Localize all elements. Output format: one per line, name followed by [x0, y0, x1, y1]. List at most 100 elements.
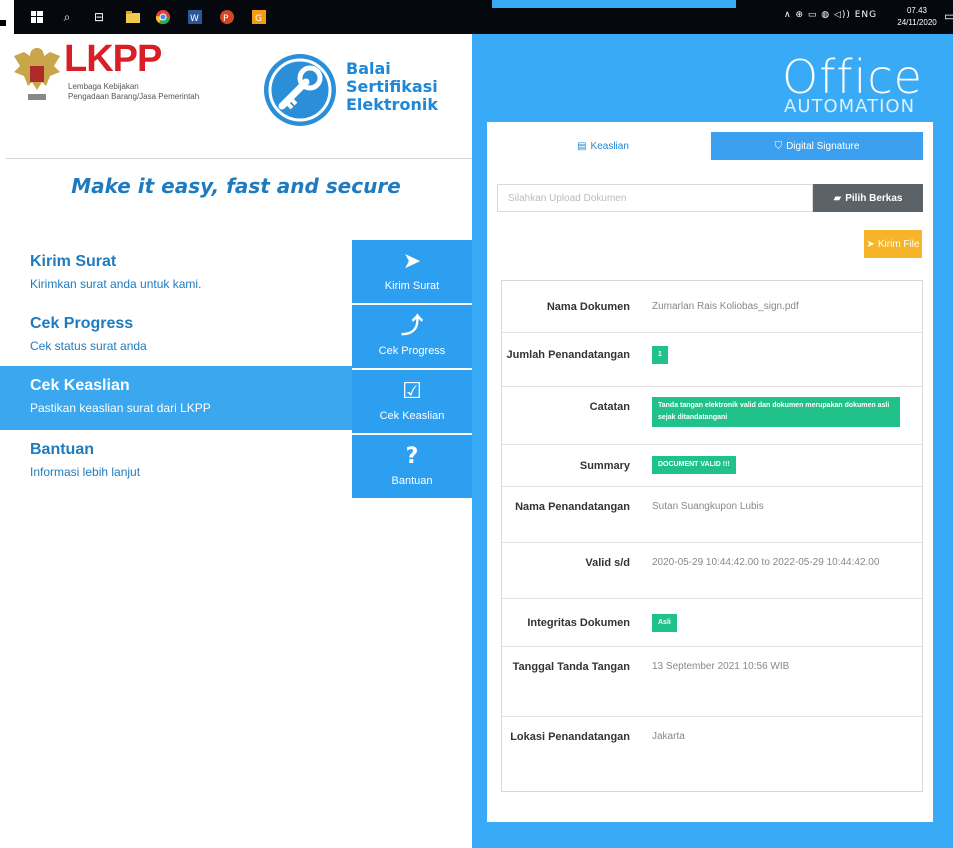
system-tray[interactable]: ∧ ⊕ ▭ ◍ ◁)) ENG — [784, 10, 877, 20]
folder-open-icon: ▰ — [833, 192, 842, 204]
jumlah-badge: 1 — [652, 346, 668, 364]
button-label: Cek Keaslian — [379, 410, 445, 422]
right-panel: Office AUTOMATION ▤ Keaslian ⛉ Digital S… — [472, 34, 953, 848]
cek-keaslian-button[interactable]: ☑ Cek Keaslian — [352, 370, 472, 434]
checkbox-icon: ☑ — [402, 379, 422, 404]
chrome-icon[interactable] — [154, 8, 172, 26]
row-label: Tanggal Tanda Tangan — [512, 661, 630, 673]
svg-text:G: G — [255, 14, 262, 24]
lkpp-subtitle-line1: Lembaga Kebijakan — [68, 82, 139, 91]
menu-desc: Kirimkan surat anda untuk kami. — [30, 277, 202, 291]
menu-title: Cek Progress — [30, 315, 134, 332]
tab-label: Digital Signature — [786, 140, 860, 152]
clock-time: 07.43 — [906, 6, 928, 15]
table-row: Jumlah Penandatangan 1 — [502, 333, 922, 387]
row-label: Nama Dokumen — [546, 301, 630, 313]
lkpp-subtitle-line2: Pengadaan Barang/Jasa Pemerintah — [68, 92, 200, 101]
bantuan-button[interactable]: ? Bantuan — [352, 435, 472, 499]
upload-document-input[interactable]: Silahkan Upload Dokumen — [497, 184, 813, 212]
notification-icon[interactable]: ▭ — [944, 9, 953, 23]
bse-key-logo-icon — [264, 54, 336, 126]
button-label: Kirim Surat — [384, 280, 440, 292]
row-label: Nama Penandatangan — [515, 501, 630, 513]
word-icon[interactable]: W — [186, 8, 204, 26]
search-icon[interactable]: ⌕ — [58, 8, 76, 26]
question-icon: ? — [405, 444, 419, 469]
left-panel: LKPP Lembaga Kebijakan Pengadaan Barang/… — [0, 34, 472, 848]
table-row: Tanggal Tanda Tangan 13 September 2021 1… — [502, 647, 922, 717]
tab-keaslian[interactable]: ▤ Keaslian — [497, 132, 709, 160]
clock-date: 24/11/2020 — [897, 18, 937, 27]
row-value: Sutan Suangkupon Lubis — [652, 501, 764, 512]
row-value: Zumarlan Rais Koliobas_sign.pdf — [652, 301, 799, 312]
pilih-berkas-button[interactable]: ▰ Pilih Berkas — [813, 184, 923, 212]
bse-line2: Sertifikasi — [346, 77, 438, 96]
kirim-file-button[interactable]: ➤ Kirim File — [864, 230, 922, 258]
taskbar-edge — [0, 20, 6, 26]
menu-item-cek-keaslian[interactable]: Cek Keaslian Pastikan keaslian surat dar… — [0, 366, 352, 430]
app-icon[interactable]: G — [250, 8, 268, 26]
row-value: 2020-05-29 10:44:42.00 to 2022-05-29 10:… — [652, 557, 880, 568]
summary-badge: DOCUMENT VALID !!! — [652, 456, 736, 474]
paper-plane-icon: ➤ — [402, 249, 422, 274]
garuda-emblem-icon — [14, 48, 60, 100]
row-label: Summary — [579, 460, 630, 472]
verification-card: ▤ Keaslian ⛉ Digital Signature Silahkan … — [487, 122, 933, 822]
menu-item-bantuan[interactable]: Bantuan Informasi lebih lanjut — [0, 430, 352, 494]
table-row: Lokasi Penandatangan Jakarta — [502, 717, 922, 791]
tab-digital-signature[interactable]: ⛉ Digital Signature — [711, 132, 923, 160]
menu-title: Bantuan — [30, 441, 94, 458]
menu-desc: Cek status surat anda — [30, 339, 147, 353]
bse-line3: Elektronik — [346, 95, 438, 114]
menu-desc: Pastikan keaslian surat dari LKPP — [30, 401, 211, 415]
row-value: Jakarta — [652, 731, 685, 742]
paper-plane-icon: ➤ — [866, 238, 875, 250]
windows-start-icon[interactable] — [28, 8, 46, 26]
row-value: Tanda tangan elektronik valid dan dokume… — [652, 397, 914, 427]
row-label: Catatan — [589, 401, 630, 413]
row-value: DOCUMENT VALID !!! — [652, 455, 914, 474]
svg-text:W: W — [190, 14, 199, 24]
lkpp-logo-text: LKPP — [64, 38, 162, 80]
table-row: Catatan Tanda tangan elektronik valid da… — [502, 387, 922, 445]
chart-icon: ⤴ — [400, 314, 423, 339]
button-label: Cek Progress — [378, 345, 446, 357]
table-row: Summary DOCUMENT VALID !!! — [502, 445, 922, 487]
menu-item-cek-progress[interactable]: Cek Progress Cek status surat anda — [0, 304, 352, 368]
menu-item-kirim-surat[interactable]: Kirim Surat Kirimkan surat anda untuk ka… — [0, 242, 352, 306]
table-row: Valid s/d 2020-05-29 10:44:42.00 to 2022… — [502, 543, 922, 599]
task-view-icon[interactable]: ⊟ — [90, 8, 108, 26]
row-label: Integritas Dokumen — [527, 617, 630, 629]
menu-title: Cek Keaslian — [30, 377, 130, 394]
button-label: Bantuan — [391, 475, 433, 487]
kirim-surat-button[interactable]: ➤ Kirim Surat — [352, 240, 472, 304]
menu-desc: Informasi lebih lanjut — [30, 465, 141, 479]
svg-text:P: P — [223, 14, 229, 24]
taskbar: ⌕ ⊟ W P G ∧ ⊕ ▭ ◍ ◁)) ENG 07.43 24/11/20… — [14, 0, 953, 34]
office-subtitle: AUTOMATION — [784, 96, 916, 117]
powerpoint-icon[interactable]: P — [218, 8, 236, 26]
row-value: Asli — [652, 613, 914, 632]
cek-progress-button[interactable]: ⤴ Cek Progress — [352, 305, 472, 369]
lkpp-subtitle: Lembaga Kebijakan Pengadaan Barang/Jasa … — [68, 82, 199, 102]
row-value: 13 September 2021 10:56 WIB — [652, 661, 790, 672]
header-divider — [6, 158, 472, 159]
catatan-badge: Tanda tangan elektronik valid dan dokume… — [652, 397, 900, 427]
shield-icon: ⛉ — [774, 140, 783, 152]
results-table: Nama Dokumen Zumarlan Rais Koliobas_sign… — [501, 280, 923, 792]
row-label: Valid s/d — [585, 557, 630, 569]
tab-label: Keaslian — [590, 140, 629, 152]
bse-line1: Balai — [346, 59, 391, 78]
file-explorer-icon[interactable] — [124, 8, 142, 26]
taskbar-clock[interactable]: 07.43 24/11/2020 — [894, 5, 940, 29]
row-value: 1 — [652, 345, 914, 364]
document-icon: ▤ — [577, 140, 587, 152]
menu-title: Kirim Surat — [30, 253, 117, 270]
row-label: Jumlah Penandatangan — [506, 349, 630, 361]
button-label: Kirim File — [877, 238, 920, 250]
button-label: Pilih Berkas — [845, 192, 903, 204]
tagline: Make it easy, fast and secure — [71, 174, 401, 198]
bse-logo-text: Balai Sertifikasi Elektronik — [346, 60, 438, 114]
integritas-badge: Asli — [652, 614, 677, 632]
table-row: Integritas Dokumen Asli — [502, 599, 922, 647]
